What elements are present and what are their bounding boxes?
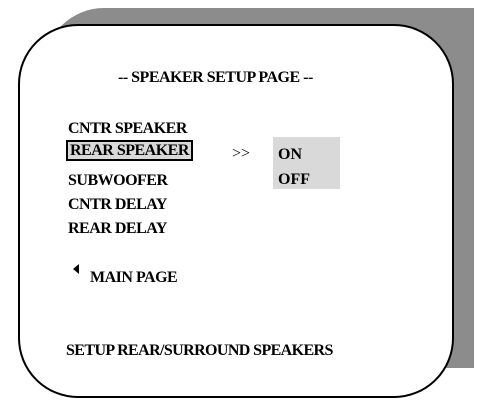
- option-on[interactable]: ON: [278, 145, 302, 164]
- option-off[interactable]: OFF: [278, 170, 310, 189]
- menu-item-subwoofer[interactable]: SUBWOOFER: [68, 171, 168, 190]
- selection-arrow: >>: [232, 145, 251, 162]
- triangle-left-icon-svg: [73, 264, 79, 274]
- page-title: -- SPEAKER SETUP PAGE --: [118, 69, 313, 86]
- triangle-left-icon: [73, 264, 79, 278]
- main-page-link[interactable]: MAIN PAGE: [90, 268, 178, 287]
- menu-item-cntr-delay[interactable]: CNTR DELAY: [68, 195, 167, 214]
- menu-item-cntr-speaker[interactable]: CNTR SPEAKER: [68, 119, 187, 138]
- help-text: SETUP REAR/SURROUND SPEAKERS: [66, 342, 333, 359]
- menu-item-rear-speaker[interactable]: REAR SPEAKER: [66, 140, 193, 161]
- menu-item-rear-delay[interactable]: REAR DELAY: [68, 219, 167, 238]
